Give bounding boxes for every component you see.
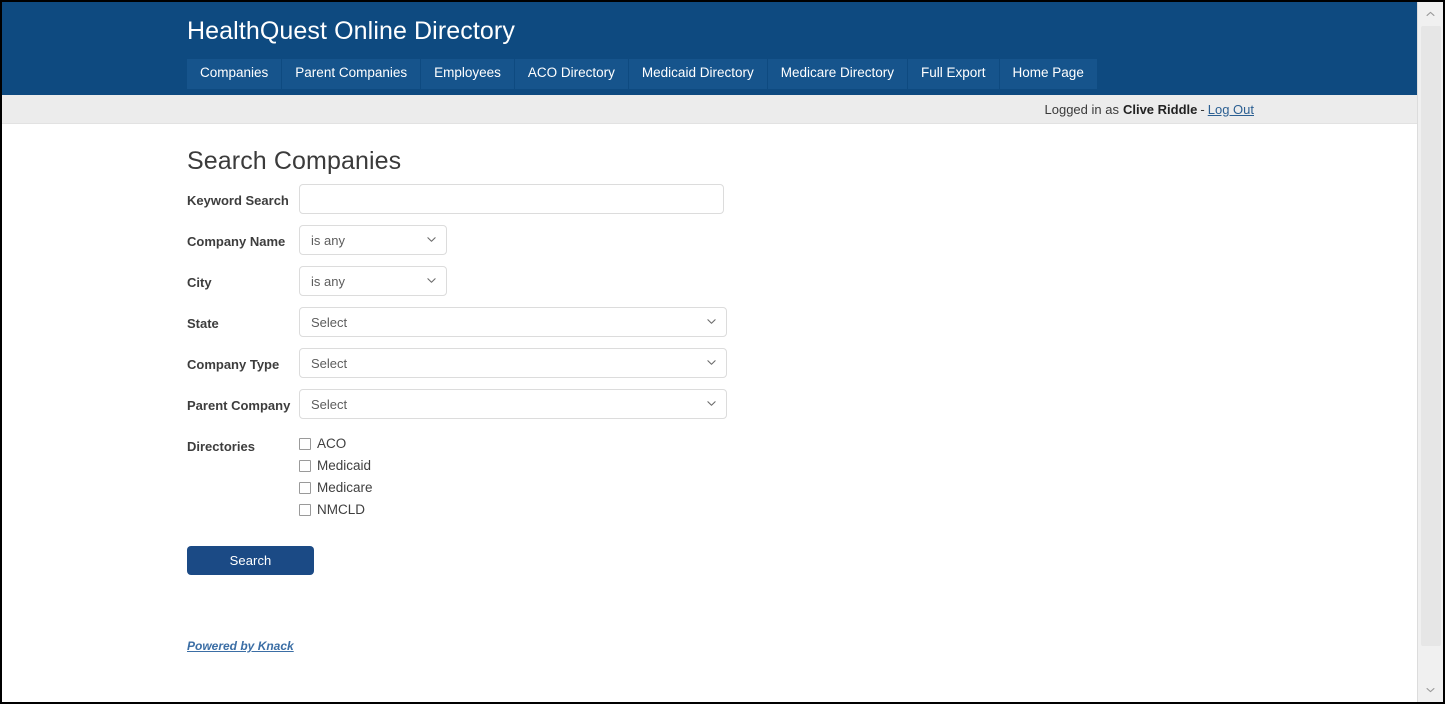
checkbox-label-medicare: Medicare [317,480,373,496]
company-type-select[interactable]: Select [299,348,727,378]
checkbox-label-medicaid: Medicaid [317,458,371,474]
vertical-scrollbar[interactable] [1417,2,1443,702]
checkbox-medicare[interactable] [299,482,311,494]
form-row-parent-company: Parent Company Select [187,389,1417,419]
checkbox-medicaid[interactable] [299,460,311,472]
checkbox-row-medicare[interactable]: Medicare [299,477,373,498]
browser-viewport: HealthQuest Online Directory Companies P… [0,0,1445,704]
chevron-down-icon [427,235,436,244]
checkbox-aco[interactable] [299,438,311,450]
nav-item-medicare-directory[interactable]: Medicare Directory [768,59,907,89]
company-name-operator-select[interactable]: is any [299,225,447,255]
label-company-type: Company Type [187,348,299,372]
site-title: HealthQuest Online Directory [187,14,1417,48]
label-company-name: Company Name [187,225,299,249]
checkbox-label-aco: ACO [317,436,346,452]
state-select[interactable]: Select [299,307,727,337]
nav-item-parent-companies[interactable]: Parent Companies [282,59,420,89]
chevron-down-icon [1426,687,1435,693]
parent-company-select-value: Select [311,397,347,412]
scroll-down-button[interactable] [1418,678,1443,702]
label-state: State [187,307,299,331]
logged-in-user-name: Clive Riddle [1123,102,1197,117]
chevron-up-icon [1426,11,1435,17]
company-type-select-value: Select [311,356,347,371]
logged-in-prefix: Logged in as [1045,102,1119,117]
city-operator-select[interactable]: is any [299,266,447,296]
label-parent-company: Parent Company [187,389,299,413]
state-select-value: Select [311,315,347,330]
main-content: Search Companies Keyword Search Company … [2,124,1417,655]
chevron-down-icon [707,358,716,367]
label-directories: Directories [187,430,299,454]
nav-item-medicaid-directory[interactable]: Medicaid Directory [629,59,767,89]
powered-by-knack-link[interactable]: Powered by Knack [187,639,294,653]
page-canvas: HealthQuest Online Directory Companies P… [2,2,1417,702]
checkbox-label-nmcld: NMCLD [317,502,365,518]
nav-item-home-page[interactable]: Home Page [1000,59,1097,89]
checkbox-row-nmcld[interactable]: NMCLD [299,499,373,520]
form-row-company-name: Company Name is any [187,225,1417,255]
keyword-search-input[interactable] [299,184,724,214]
scroll-up-button[interactable] [1418,2,1443,26]
nav-item-companies[interactable]: Companies [187,59,281,89]
nav-item-full-export[interactable]: Full Export [908,59,999,89]
site-header: HealthQuest Online Directory Companies P… [2,2,1417,95]
parent-company-select[interactable]: Select [299,389,727,419]
form-row-keyword: Keyword Search [187,184,1417,214]
search-button[interactable]: Search [187,546,314,575]
nav-item-employees[interactable]: Employees [421,59,514,89]
label-keyword-search: Keyword Search [187,184,299,208]
login-status-bar: Logged in as Clive Riddle - Log Out [2,95,1417,124]
scrollbar-thumb[interactable] [1421,26,1441,646]
company-name-operator-value: is any [311,233,345,248]
log-out-link[interactable]: Log Out [1208,102,1254,117]
form-row-city: City is any [187,266,1417,296]
city-operator-value: is any [311,274,345,289]
page-title: Search Companies [187,147,1417,176]
checkbox-row-medicaid[interactable]: Medicaid [299,455,373,476]
form-row-state: State Select [187,307,1417,337]
login-separator: - [1200,102,1204,117]
checkbox-row-aco[interactable]: ACO [299,433,373,454]
main-navigation: Companies Parent Companies Employees ACO… [187,59,1417,89]
chevron-down-icon [427,276,436,285]
checkbox-nmcld[interactable] [299,504,311,516]
chevron-down-icon [707,317,716,326]
label-city: City [187,266,299,290]
form-row-company-type: Company Type Select [187,348,1417,378]
nav-item-aco-directory[interactable]: ACO Directory [515,59,628,89]
form-row-directories: Directories ACO Medicaid Med [187,430,1417,521]
chevron-down-icon [707,399,716,408]
directories-checkbox-group: ACO Medicaid Medicare NMCLD [299,430,373,520]
